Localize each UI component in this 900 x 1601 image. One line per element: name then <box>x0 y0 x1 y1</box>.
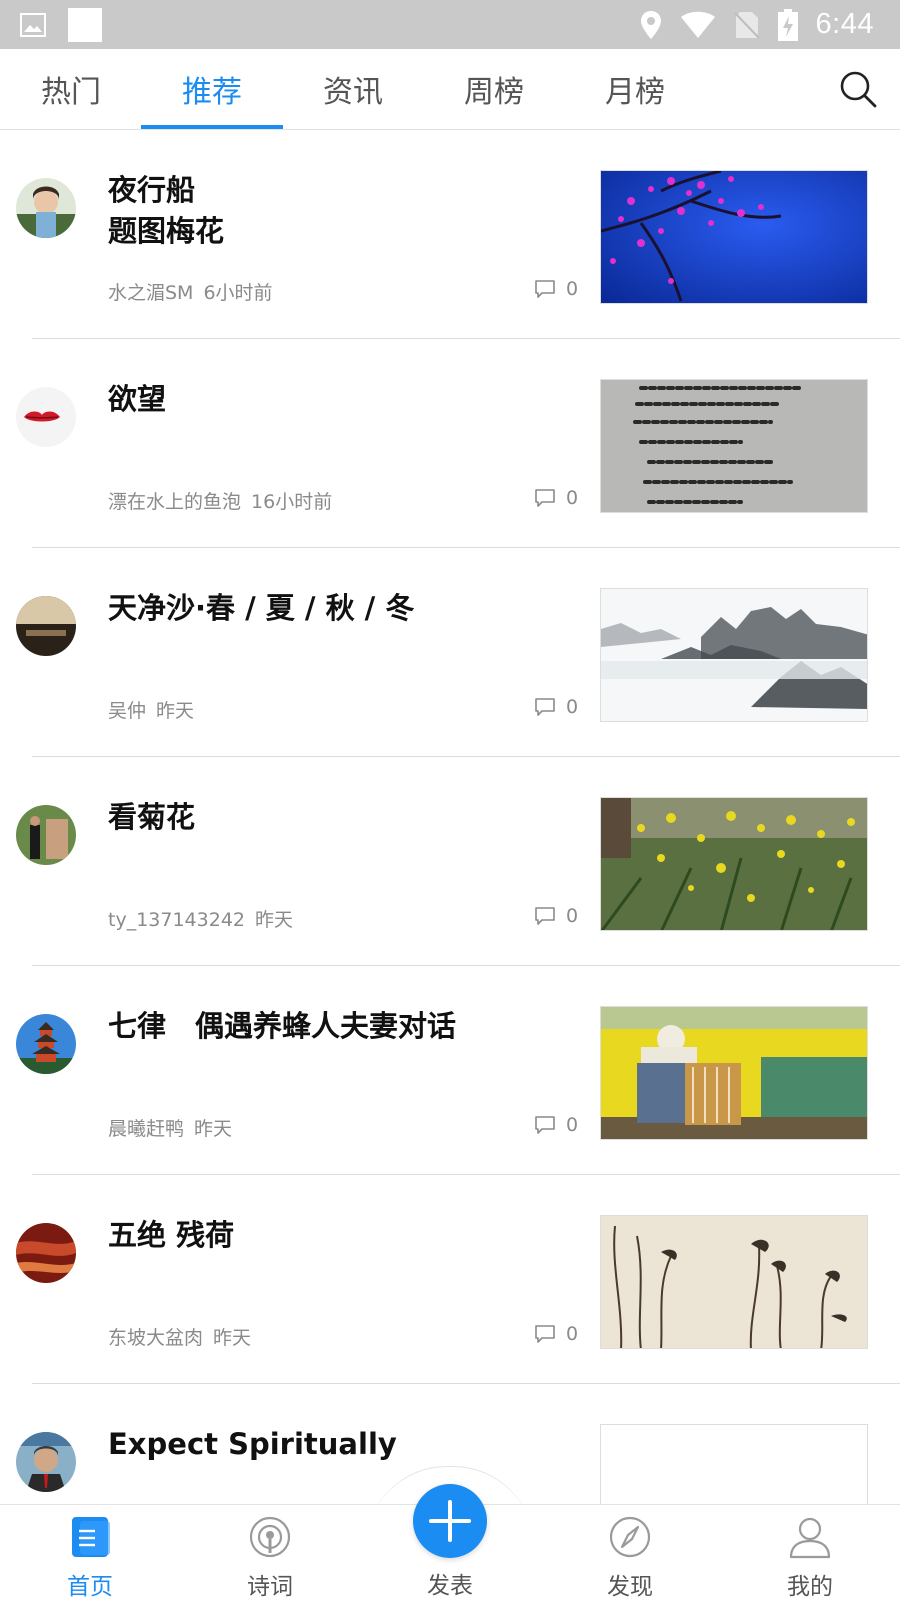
post-author[interactable]: 漂在水上的鱼泡 <box>108 491 241 513</box>
post-title[interactable]: 七律 偶遇养蜂人夫妻对话 <box>108 1006 568 1047</box>
post-author[interactable]: 吴仲 <box>108 700 146 722</box>
post-thumbnail[interactable] <box>600 1215 868 1349</box>
post-author[interactable]: 晨曦赶鸭 <box>108 1118 184 1140</box>
nav-mine[interactable]: 我的 <box>745 1505 875 1601</box>
post-author[interactable]: ty_137143242 <box>108 909 245 931</box>
notification-square-icon <box>68 7 102 42</box>
comment-icon <box>535 907 555 925</box>
post-title[interactable]: 夜行船 题图梅花 <box>108 170 568 252</box>
post-author[interactable]: 水之湄SM <box>108 282 193 304</box>
post-title[interactable]: 天净沙·春 / 夏 / 秋 / 冬 <box>108 588 568 629</box>
post-title[interactable]: 看菊花 <box>108 797 568 838</box>
post-meta: 吴仲 昨天 <box>108 696 194 723</box>
list-item[interactable]: 欲望 漂在水上的鱼泡 16小时前 0 <box>0 339 900 548</box>
comment-count-value: 0 <box>566 696 579 718</box>
tab-hot[interactable]: 热门 <box>0 49 142 129</box>
nav-home-label: 首页 <box>67 1574 113 1600</box>
comment-count-value: 0 <box>566 905 579 927</box>
nav-discover[interactable]: 发现 <box>565 1505 695 1601</box>
post-time: 昨天 <box>194 1118 233 1140</box>
tab-news[interactable]: 资讯 <box>282 49 424 129</box>
status-time: 6:44 <box>815 8 874 40</box>
comment-icon <box>535 489 555 507</box>
avatar[interactable] <box>16 805 76 865</box>
nav-poems[interactable]: 诗词 <box>205 1505 335 1601</box>
category-tabs: 热门 推荐 资讯 周榜 月榜 <box>0 49 900 130</box>
post-time: 昨天 <box>156 700 195 722</box>
comment-icon <box>535 1116 555 1134</box>
comment-count[interactable]: 0 <box>534 905 578 927</box>
comment-icon <box>535 1325 555 1343</box>
comment-count-value: 0 <box>566 278 579 300</box>
user-icon <box>789 1517 831 1559</box>
comment-count-value: 0 <box>566 1114 579 1136</box>
comment-count[interactable]: 0 <box>534 1323 578 1345</box>
post-feed: 夜行船 题图梅花 水之湄SM 6小时前 0 欲望 漂在水上的鱼泡 16小时前 0… <box>0 130 900 1504</box>
list-item[interactable]: 天净沙·春 / 夏 / 秋 / 冬 吴仲 昨天 0 <box>0 548 900 757</box>
post-time: 6小时前 <box>203 282 273 304</box>
avatar[interactable] <box>16 1014 76 1074</box>
post-thumbnail[interactable] <box>600 1424 868 1504</box>
comment-count[interactable]: 0 <box>534 278 578 300</box>
publish-button[interactable] <box>413 1484 487 1558</box>
comment-count[interactable]: 0 <box>534 696 578 718</box>
tab-recommended[interactable]: 推荐 <box>141 49 283 129</box>
post-thumbnail[interactable] <box>600 797 868 931</box>
post-author[interactable]: 东坡大盆肉 <box>108 1327 203 1349</box>
tab-monthly-ranking[interactable]: 月榜 <box>564 49 706 129</box>
comment-count[interactable]: 0 <box>534 487 578 509</box>
avatar[interactable] <box>16 1432 76 1492</box>
avatar[interactable] <box>16 596 76 656</box>
comment-count-value: 0 <box>566 487 579 509</box>
avatar[interactable] <box>16 178 76 238</box>
post-thumbnail[interactable] <box>600 379 868 513</box>
post-meta: ty_137143242 昨天 <box>108 905 293 932</box>
avatar[interactable] <box>16 387 76 447</box>
list-item[interactable]: 夜行船 题图梅花 水之湄SM 6小时前 0 <box>0 130 900 339</box>
tab-weekly-ranking[interactable]: 周榜 <box>423 49 565 129</box>
compass-icon <box>609 1516 651 1558</box>
publish-label: 发表 <box>427 1573 473 1599</box>
post-time: 16小时前 <box>251 491 333 513</box>
location-icon <box>640 10 661 39</box>
battery-charging-icon <box>777 8 798 41</box>
list-item[interactable]: 看菊花 ty_137143242 昨天 0 <box>0 757 900 966</box>
post-time: 昨天 <box>213 1327 252 1349</box>
nav-mine-label: 我的 <box>787 1574 833 1600</box>
nav-discover-label: 发现 <box>607 1574 653 1600</box>
comment-icon <box>535 280 555 298</box>
post-title[interactable]: 欲望 <box>108 379 568 420</box>
search-icon[interactable] <box>838 69 878 109</box>
comment-icon <box>535 698 555 716</box>
plus-icon <box>429 1500 471 1542</box>
nav-home[interactable]: 首页 <box>25 1505 155 1601</box>
post-time: 昨天 <box>255 909 294 931</box>
no-sim-icon <box>733 11 760 39</box>
image-notification-icon <box>20 12 46 37</box>
wifi-icon <box>680 11 715 38</box>
comment-count-value: 0 <box>566 1323 579 1345</box>
status-bar: 6:44 <box>0 0 900 49</box>
list-item[interactable]: 五绝 残荷 东坡大盆肉 昨天 0 <box>0 1175 900 1384</box>
post-title[interactable]: 五绝 残荷 <box>108 1215 568 1256</box>
post-thumbnail[interactable] <box>600 1006 868 1140</box>
post-meta: 漂在水上的鱼泡 16小时前 <box>108 487 332 514</box>
post-title[interactable]: Expect Spiritually <box>108 1424 568 1465</box>
post-meta: 水之湄SM 6小时前 <box>108 278 273 305</box>
home-icon <box>72 1517 110 1557</box>
post-meta: 东坡大盆肉 昨天 <box>108 1323 251 1350</box>
avatar[interactable] <box>16 1223 76 1283</box>
post-meta: 晨曦赶鸭 昨天 <box>108 1114 232 1141</box>
comment-count[interactable]: 0 <box>534 1114 578 1136</box>
podcast-icon <box>249 1516 291 1558</box>
post-thumbnail[interactable] <box>600 588 868 722</box>
post-thumbnail[interactable] <box>600 170 868 304</box>
nav-poems-label: 诗词 <box>247 1574 293 1600</box>
list-item[interactable]: 七律 偶遇养蜂人夫妻对话 晨曦赶鸭 昨天 0 <box>0 966 900 1175</box>
